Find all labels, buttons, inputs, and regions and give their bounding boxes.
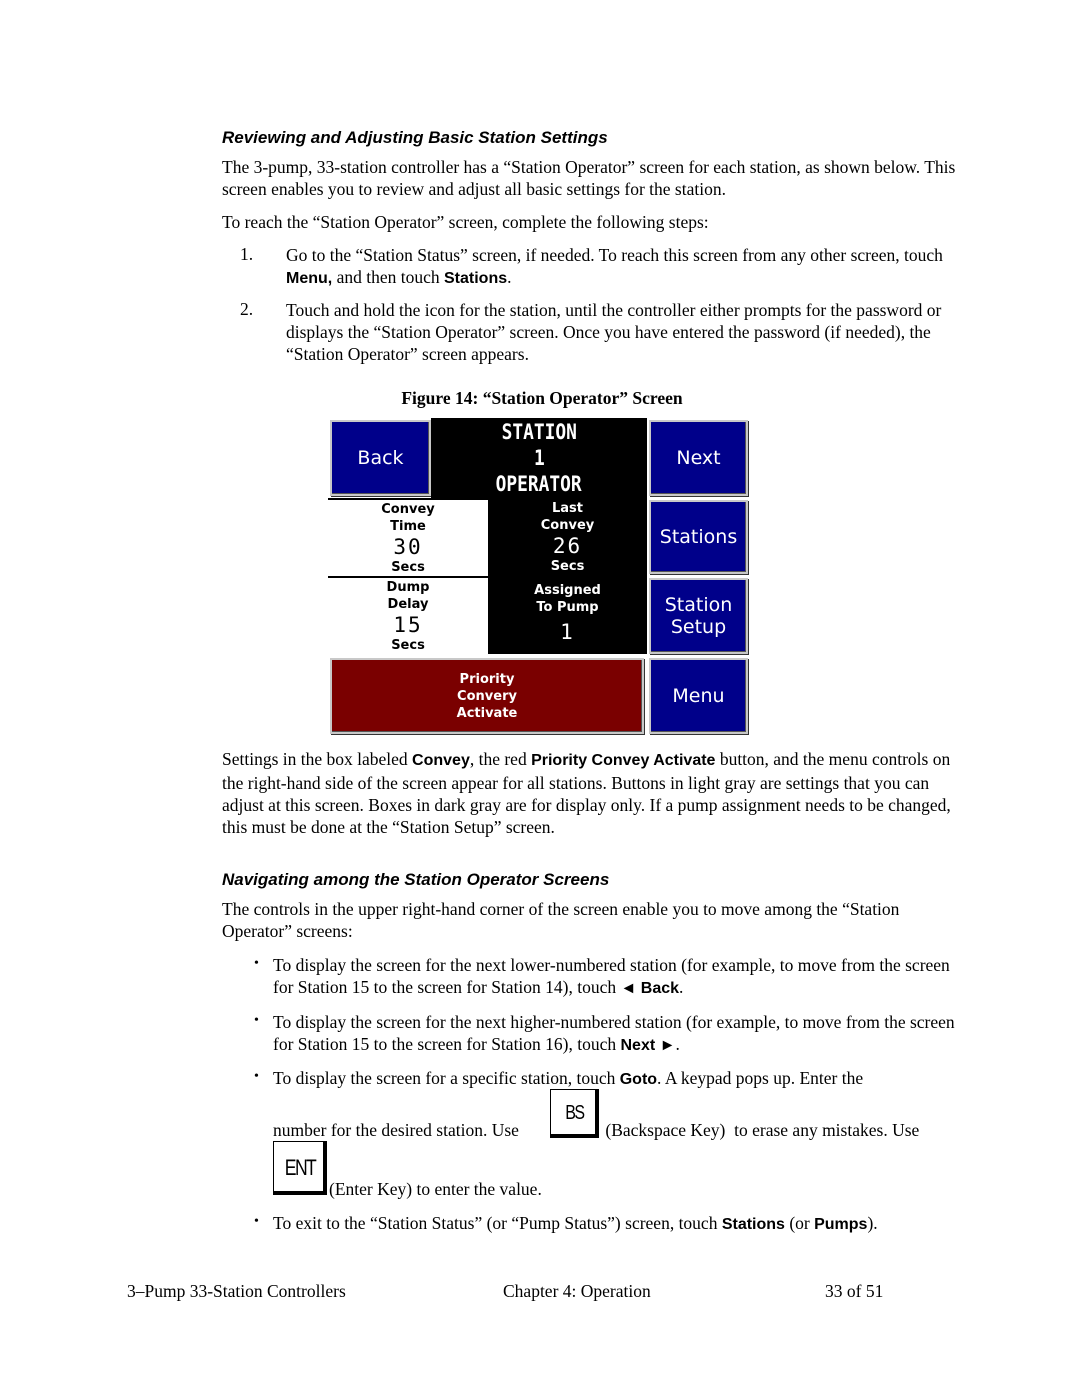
enter-key-label: ENT (284, 1155, 317, 1180)
priority-label-2: Convery (457, 688, 517, 704)
assigned-pump-label-1: Assigned (534, 583, 601, 598)
bullet-back: To display the screen for the next lower… (273, 954, 963, 1000)
convey-time-unit: Secs (391, 559, 425, 575)
bullet-goto-text-2: . A keypad pops up. Enter the (657, 1068, 864, 1088)
back-label: Back (357, 447, 404, 469)
bullet-icon: • (254, 1214, 259, 1229)
goto-term: Goto (619, 1071, 658, 1088)
priority-label-3: Activate (456, 705, 518, 721)
screen-title: STATION 1 OPERATOR (431, 418, 647, 498)
bullet-exit-text-2: (or (784, 1213, 815, 1233)
last-convey-unit: Secs (550, 558, 585, 574)
priority-convey-activate-term: Priority Convey Activate (531, 752, 716, 769)
pumps-term: Pumps (814, 1216, 868, 1233)
bullet-exit-text: To exit to the “Station Status” (or “Pum… (273, 1213, 722, 1233)
intro-paragraph: The 3-pump, 33-station controller has a … (222, 157, 956, 199)
bullet-next-end: . (675, 1034, 680, 1054)
title-line-number: 1 (533, 446, 545, 470)
bullet-goto-text: To display the screen for a specific sta… (273, 1068, 620, 1088)
bullet-exit-text-3: ). (867, 1213, 878, 1233)
stations-button[interactable]: Stations (649, 500, 748, 574)
station-setup-label-1: Station (664, 594, 733, 616)
station-operator-screen: Back STATION 1 OPERATOR Next Convey Time… (328, 418, 751, 736)
title-line-operator: OPERATOR (496, 472, 582, 496)
dump-delay-label-1: Dump (386, 579, 430, 595)
stations-label: Stations (659, 526, 738, 548)
bullet-exit: To exit to the “Station Status” (or “Pum… (273, 1212, 963, 1236)
steps-intro: To reach the “Station Operator” screen, … (222, 212, 709, 232)
convey-time-value: 30 (393, 534, 423, 559)
section-heading-reviewing: Reviewing and Adjusting Basic Station Se… (222, 128, 608, 147)
convey-time-label-2: Time (390, 518, 426, 534)
bullet-next: To display the screen for the next highe… (273, 1011, 963, 1057)
back-term: ◄ Back (620, 980, 680, 997)
stations-term: Stations (721, 1216, 785, 1233)
navigating-intro: The controls in the upper right-hand cor… (222, 899, 900, 941)
stations-term: Stations (444, 270, 508, 287)
menu-label: Menu (672, 685, 725, 707)
convey-term: Convey (412, 752, 470, 769)
priority-convey-activate-button[interactable]: Priority Convery Activate (330, 658, 644, 734)
dump-delay-setting[interactable]: Dump Delay 15 Secs (328, 578, 488, 654)
step-number: 1. (240, 244, 254, 264)
menu-term: Menu, (286, 270, 333, 287)
bullet-next-text: To display the screen for the next highe… (273, 1012, 955, 1054)
back-button[interactable]: Back (330, 420, 431, 496)
assigned-pump-value: 1 (560, 620, 575, 644)
last-convey-value: 26 (552, 533, 583, 558)
convey-time-setting[interactable]: Convey Time 30 Secs (328, 500, 488, 576)
footer-chapter: Chapter 4: Operation (503, 1281, 651, 1301)
dump-delay-label-2: Delay (387, 596, 429, 612)
last-convey-label-2: Convey (540, 517, 595, 533)
dump-delay-unit: Secs (391, 637, 425, 653)
step-1-text-b: and then touch (332, 267, 444, 287)
bullet-back-end: . (679, 977, 684, 997)
priority-label-1: Priority (459, 671, 515, 687)
backspace-key-icon: BS (550, 1089, 599, 1138)
step-1-text-a: Go to the “Station Status” screen, if ne… (286, 245, 943, 265)
last-convey-label-1: Last (551, 500, 583, 516)
dump-delay-value: 15 (393, 612, 423, 637)
assigned-pump-display: Assigned To Pump 1 (488, 576, 647, 654)
next-term: Next ► (620, 1037, 676, 1054)
footer-page-number: 33 of 51 (825, 1281, 884, 1301)
step-2-text: Touch and hold the icon for the station,… (286, 300, 942, 364)
assigned-pump-label-2: To Pump (536, 600, 599, 615)
bullet-goto: To display the screen for a specific sta… (273, 1067, 963, 1091)
bullet-icon: • (254, 1013, 259, 1028)
step-number: 2. (240, 299, 254, 319)
enter-key-icon: ENT (273, 1141, 327, 1195)
step-1-text: Go to the “Station Status” screen, if ne… (286, 244, 946, 290)
last-convey-display: Last Convey 26 Secs (488, 498, 647, 576)
bullet-goto-line3: (Enter Key) to enter the value. (329, 1179, 542, 1199)
footer-title: 3–Pump 33-Station Controllers (127, 1281, 346, 1301)
next-button[interactable]: Next (649, 420, 748, 496)
bullet-goto-line2a: number for the desired station. Use (273, 1120, 519, 1140)
section-heading-navigating: Navigating among the Station Operator Sc… (222, 870, 610, 889)
station-setup-label-2: Setup (670, 616, 727, 638)
convey-time-label-1: Convey (381, 501, 435, 517)
step-1-text-c: . (507, 267, 512, 287)
next-label: Next (676, 447, 721, 469)
backspace-key-label: BS (565, 1102, 585, 1124)
bullet-icon: • (254, 956, 259, 971)
settings-paragraph: Settings in the box labeled Convey, the … (222, 748, 962, 838)
bullet-back-text: To display the screen for the next lower… (273, 955, 950, 997)
settings-text-2: , the red (469, 749, 532, 769)
bullet-icon: • (254, 1069, 259, 1084)
title-line-station: STATION (501, 420, 577, 444)
figure-caption: Figure 14: “Station Operator” Screen (401, 388, 683, 408)
settings-text-1: Settings in the box labeled (222, 749, 413, 769)
bullet-goto-line2b: (Backspace Key) to erase any mistakes. U… (601, 1120, 920, 1140)
menu-button[interactable]: Menu (649, 658, 748, 734)
station-setup-button[interactable]: Station Setup (649, 578, 748, 654)
